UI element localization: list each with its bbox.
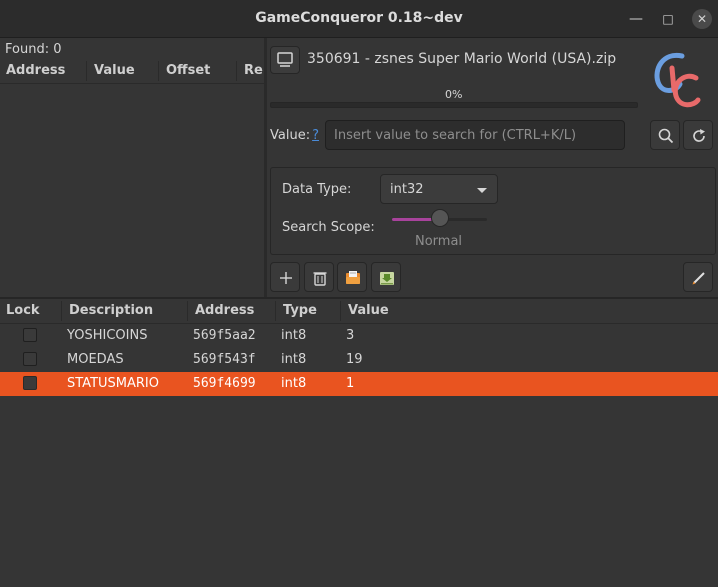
results-col-offset[interactable]: Offset [166,63,210,78]
plus-icon [280,272,292,284]
cheat-list-header: Lock Description Address Type Value [0,299,718,324]
progress-percent: 0% [445,88,463,101]
maximize-icon[interactable]: □ [658,9,678,29]
search-icon [658,128,674,144]
row-value[interactable]: 3 [346,328,354,343]
cheat-col-description[interactable]: Description [69,303,153,318]
data-type-value: int32 [390,182,424,197]
search-scope-value: Normal [415,234,463,249]
process-name: 350691 - zsnes Super Mario World (USA).z… [307,51,617,67]
row-address: 569f543f [193,352,256,367]
value-label: Value: [270,128,311,143]
table-row[interactable]: YOSHICOINS 569f5aa2 int8 3 [0,324,718,348]
lock-checkbox[interactable] [23,352,37,366]
folder-open-icon [346,271,360,284]
results-col-region[interactable]: Re [244,63,263,78]
search-options-box: Data Type: int32 Search Scope: Normal [270,167,716,255]
lock-checkbox[interactable] [23,376,37,390]
title-bar: GameConqueror 0.18~dev — □ ✕ [0,0,718,38]
search-scope-label: Search Scope: [282,220,375,235]
close-icon[interactable]: ✕ [692,9,712,29]
row-address: 569f4699 [193,376,256,391]
row-address: 569f5aa2 [193,328,256,343]
search-value-input[interactable] [325,120,625,150]
refresh-icon [693,129,705,142]
window-title: GameConqueror 0.18~dev [255,10,463,26]
table-row-selected[interactable]: STATUSMARIO 569f4699 int8 1 [0,372,718,396]
table-row[interactable]: MOEDAS 569f543f int8 19 [0,348,718,372]
scan-results-panel: Found: 0 Address Value Offset Re [0,38,264,297]
search-button[interactable] [650,120,680,150]
column-separator[interactable] [275,301,276,321]
slider-handle[interactable] [431,209,449,227]
save-icon [380,272,394,285]
column-separator[interactable] [86,61,87,81]
cheat-col-type[interactable]: Type [283,303,317,318]
data-type-select[interactable]: int32 [380,174,498,204]
cheat-col-value[interactable]: Value [348,303,389,318]
reset-button[interactable] [683,120,713,150]
value-label-group: Value:? [270,128,319,143]
results-col-address[interactable]: Address [6,63,65,78]
cheat-col-address[interactable]: Address [195,303,254,318]
chevron-down-icon [477,188,487,193]
row-type: int8 [281,328,307,343]
select-process-button[interactable] [270,46,300,74]
trash-icon [313,272,327,286]
lock-checkbox[interactable] [23,328,37,342]
edit-memory-button[interactable] [683,262,713,292]
gameconqueror-logo [654,52,701,108]
data-type-label: Data Type: [282,182,352,197]
row-type: int8 [281,352,307,367]
row-description: YOSHICOINS [67,328,148,343]
column-separator[interactable] [236,61,237,81]
scan-progress-bar [270,102,638,108]
row-description: MOEDAS [67,352,124,367]
column-separator[interactable] [61,301,62,321]
cheat-col-lock[interactable]: Lock [6,303,40,318]
row-value[interactable]: 19 [346,352,363,367]
control-panel: 350691 - zsnes Super Mario World (USA).z… [267,38,718,297]
load-cheat-list-button[interactable] [337,262,367,292]
found-count: Found: 0 [5,42,62,57]
pencil-icon [692,272,705,285]
minimize-icon[interactable]: — [626,9,646,29]
help-link[interactable]: ? [312,128,319,143]
row-value[interactable]: 1 [346,376,354,391]
results-col-value[interactable]: Value [94,63,135,78]
results-header: Address Value Offset Re [0,59,264,84]
add-cheat-button[interactable] [270,262,300,292]
row-type: int8 [281,376,307,391]
row-description: STATUSMARIO [67,376,159,391]
delete-cheat-button[interactable] [304,262,334,292]
column-separator[interactable] [187,301,188,321]
column-separator[interactable] [158,61,159,81]
computer-icon [277,52,293,67]
save-cheat-list-button[interactable] [371,262,401,292]
column-separator[interactable] [340,301,341,321]
